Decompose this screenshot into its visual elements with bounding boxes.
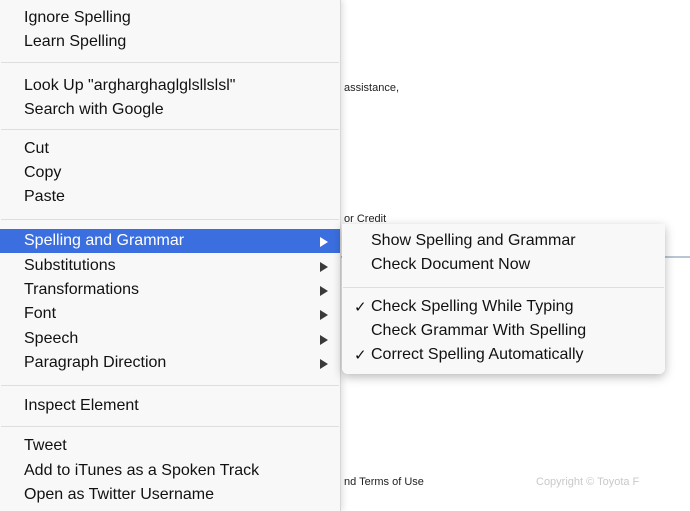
menu-item-label: Substitutions — [24, 257, 116, 274]
menu-separator — [1, 385, 339, 386]
background-text-assistance: assistance, — [344, 82, 400, 94]
menu-item-substitutions[interactable]: Substitutions — [0, 254, 340, 278]
submenu-arrow-icon — [320, 237, 328, 247]
submenu-item-check-spelling-typing[interactable]: ✓ Check Spelling While Typing — [342, 295, 665, 319]
menu-item-label: Paragraph Direction — [24, 354, 167, 371]
menu-item-label: Speech — [24, 330, 79, 347]
submenu-item-check-document[interactable]: Check Document Now — [342, 253, 665, 277]
menu-item-copy[interactable]: Copy — [0, 161, 340, 185]
submenu-arrow-icon — [320, 310, 328, 320]
menu-item-open-twitter[interactable]: Open as Twitter Username — [0, 483, 340, 507]
submenu-arrow-icon — [320, 335, 328, 345]
menu-item-label: Transformations — [24, 281, 139, 298]
menu-separator — [1, 426, 339, 427]
menu-item-cut[interactable]: Cut — [0, 137, 340, 161]
menu-item-search-google[interactable]: Search with Google — [0, 98, 340, 122]
check-icon: ✓ — [354, 346, 367, 364]
submenu-item-check-grammar[interactable]: Check Grammar With Spelling — [342, 319, 665, 343]
submenu-arrow-icon — [320, 359, 328, 369]
submenu-separator — [343, 287, 664, 288]
menu-separator — [1, 219, 339, 220]
submenu-item-label: Check Spelling While Typing — [371, 298, 574, 315]
menu-item-label: Spelling and Grammar — [24, 232, 185, 249]
submenu-arrow-icon — [320, 286, 328, 296]
submenu-item-label: Check Grammar With Spelling — [371, 322, 587, 339]
submenu-item-show-spelling[interactable]: Show Spelling and Grammar — [342, 229, 665, 253]
background-terms-link[interactable]: nd Terms of Use — [344, 476, 424, 488]
menu-item-paste[interactable]: Paste — [0, 185, 340, 209]
submenu-item-label: Correct Spelling Automatically — [371, 346, 584, 363]
menu-item-label: Font — [24, 305, 57, 322]
menu-item-transformations[interactable]: Transformations — [0, 278, 340, 302]
menu-item-add-itunes[interactable]: Add to iTunes as a Spoken Track — [0, 459, 340, 483]
menu-item-font[interactable]: Font — [0, 302, 340, 326]
spelling-grammar-submenu: Show Spelling and Grammar Check Document… — [342, 224, 665, 374]
menu-item-speech[interactable]: Speech — [0, 327, 340, 351]
submenu-item-correct-spelling[interactable]: ✓ Correct Spelling Automatically — [342, 343, 665, 367]
menu-item-paragraph-direction[interactable]: Paragraph Direction — [0, 351, 340, 375]
check-icon: ✓ — [354, 298, 367, 316]
menu-item-look-up[interactable]: Look Up "argharghaglglsllslsl" — [0, 74, 340, 98]
menu-item-spelling-grammar[interactable]: Spelling and Grammar — [0, 229, 340, 253]
background-copyright: Copyright © Toyota F — [536, 476, 640, 488]
menu-item-inspect-element[interactable]: Inspect Element — [0, 394, 340, 418]
menu-item-ignore-spelling[interactable]: Ignore Spelling — [0, 6, 340, 30]
submenu-arrow-icon — [320, 262, 328, 272]
context-menu: Ignore Spelling Learn Spelling Look Up "… — [0, 0, 341, 511]
menu-separator — [1, 129, 339, 130]
menu-separator — [1, 62, 339, 63]
menu-item-learn-spelling[interactable]: Learn Spelling — [0, 30, 340, 54]
menu-item-tweet[interactable]: Tweet — [0, 434, 340, 458]
